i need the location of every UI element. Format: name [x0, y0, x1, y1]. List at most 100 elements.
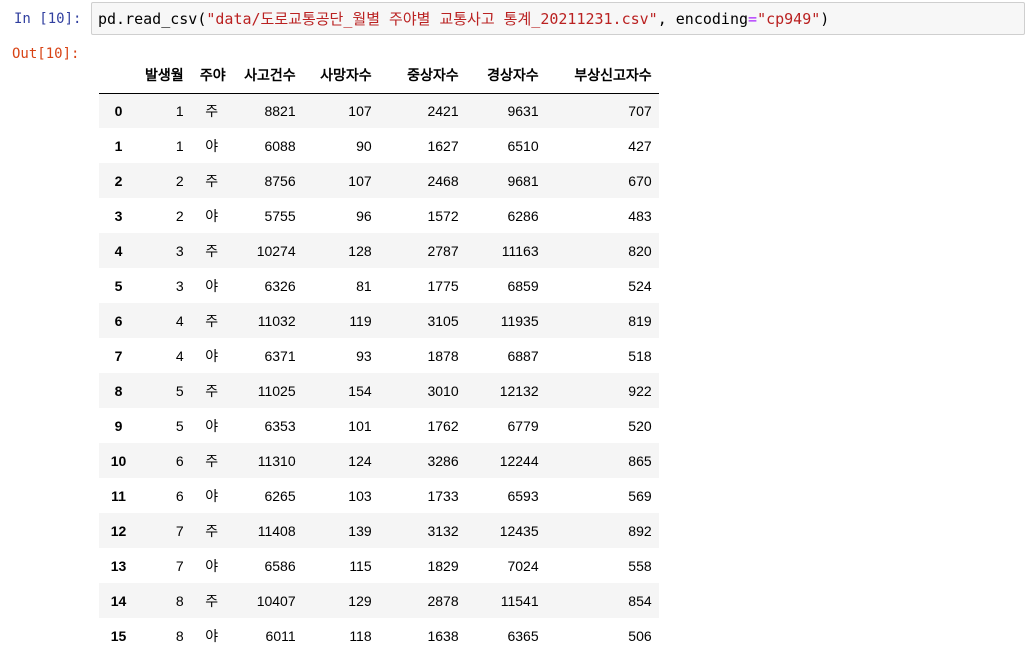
cell-serious-injuries: 1572 [427, 207, 459, 224]
table-row: 1 1 야 6088 90 1627 6510 427 [99, 128, 659, 163]
cell-accidents: 6586 [264, 557, 296, 574]
cell-day-night: 야 [205, 208, 219, 225]
table-header-row: 발생월 주야 사고건수 사망자수 중상자수 경상자수 부상신고자수 [99, 58, 659, 94]
cell-serious-injuries: 1762 [427, 417, 459, 434]
table-row: 9 5 야 6353 101 1762 6779 520 [99, 408, 659, 443]
cell-month: 6 [175, 452, 184, 469]
cell-reported-injuries: 506 [628, 627, 652, 644]
row-index: 12 [110, 522, 127, 539]
row-index: 3 [114, 207, 123, 224]
cell-deaths: 103 [348, 487, 372, 504]
cell-deaths: 124 [348, 452, 372, 469]
cell-day-night: 주 [205, 243, 219, 260]
cell-day-night: 주 [205, 593, 219, 610]
cell-day-night: 야 [205, 348, 219, 365]
cell-reported-injuries: 520 [628, 417, 652, 434]
cell-reported-injuries: 922 [628, 382, 652, 399]
cell-reported-injuries: 854 [628, 592, 652, 609]
cell-day-night: 주 [205, 523, 219, 540]
column-header-month: 발생월 [138, 58, 191, 94]
cell-reported-injuries: 819 [628, 312, 652, 329]
cell-month: 3 [175, 242, 184, 259]
table-row: 2 2 주 8756 107 2468 9681 670 [99, 163, 659, 198]
cell-serious-injuries: 1733 [427, 487, 459, 504]
cell-day-night: 주 [205, 103, 219, 120]
cell-month: 4 [175, 347, 184, 364]
cell-minor-injuries: 6510 [507, 137, 539, 154]
row-index: 8 [114, 382, 123, 399]
row-index: 1 [114, 137, 123, 154]
column-header-day-night: 주야 [190, 58, 233, 94]
code-call-suffix: ) [820, 10, 830, 28]
cell-serious-injuries: 2468 [427, 172, 459, 189]
cell-month: 6 [175, 487, 184, 504]
cell-month: 4 [175, 312, 184, 329]
cell-deaths: 129 [348, 592, 372, 609]
cell-deaths: 96 [356, 207, 372, 224]
cell-day-night: 주 [205, 383, 219, 400]
cell-minor-injuries: 6365 [507, 627, 539, 644]
row-index: 13 [110, 557, 127, 574]
cell-serious-injuries: 3286 [427, 452, 459, 469]
cell-month: 5 [175, 382, 184, 399]
cell-accidents: 10274 [256, 242, 296, 259]
cell-day-night: 야 [205, 278, 219, 295]
row-index: 11 [111, 487, 126, 504]
table-row: 7 4 야 6371 93 1878 6887 518 [99, 338, 659, 373]
table-row: 10 6 주 11310 124 3286 12244 865 [99, 443, 659, 478]
cell-accidents: 11025 [257, 382, 296, 399]
cell-month: 5 [175, 417, 184, 434]
cell-deaths: 115 [349, 557, 372, 574]
cell-day-night: 야 [205, 418, 219, 435]
cell-deaths: 154 [348, 382, 372, 399]
cell-day-night: 야 [205, 488, 219, 505]
cell-accidents: 6265 [264, 487, 296, 504]
column-header-serious-injuries: 중상자수 [378, 58, 466, 94]
cell-minor-injuries: 9631 [507, 102, 539, 119]
row-index: 15 [110, 627, 127, 644]
cell-minor-injuries: 11935 [500, 312, 539, 329]
cell-minor-injuries: 7024 [507, 557, 539, 574]
cell-deaths: 119 [349, 312, 372, 329]
row-index: 4 [114, 242, 123, 259]
column-header-deaths: 사망자수 [302, 58, 379, 94]
cell-month: 7 [175, 522, 184, 539]
cell-deaths: 81 [356, 277, 372, 294]
cell-reported-injuries: 483 [628, 207, 652, 224]
table-row: 11 6 야 6265 103 1733 6593 569 [99, 478, 659, 513]
cell-minor-injuries: 11541 [500, 592, 539, 609]
cell-month: 8 [175, 627, 184, 644]
cell-month: 2 [175, 207, 184, 224]
cell-reported-injuries: 892 [628, 522, 652, 539]
row-index: 5 [114, 277, 123, 294]
code-call-prefix: pd.read_csv( [98, 10, 207, 28]
cell-deaths: 128 [348, 242, 372, 259]
cell-day-night: 야 [205, 558, 219, 575]
table-row: 4 3 주 10274 128 2787 11163 820 [99, 233, 659, 268]
cell-accidents: 6088 [264, 137, 296, 154]
cell-accidents: 11408 [257, 522, 296, 539]
cell-deaths: 93 [356, 347, 372, 364]
cell-serious-injuries: 1638 [427, 627, 459, 644]
table-row: 5 3 야 6326 81 1775 6859 524 [99, 268, 659, 303]
cell-month: 3 [175, 277, 184, 294]
cell-deaths: 90 [356, 137, 372, 154]
cell-serious-injuries: 1878 [427, 347, 459, 364]
code-file-path-string: "data/도로교통공단_월별 주야별 교통사고 통계_20211231.csv… [206, 10, 658, 28]
table-row: 6 4 주 11032 119 3105 11935 819 [99, 303, 659, 338]
cell-serious-injuries: 2787 [427, 242, 459, 259]
table-row: 13 7 야 6586 115 1829 7024 558 [99, 548, 659, 583]
column-header-accidents: 사고건수 [232, 58, 303, 94]
cell-serious-injuries: 1829 [427, 557, 459, 574]
cell-minor-injuries: 12244 [499, 452, 539, 469]
table-row: 0 1 주 8821 107 2421 9631 707 [99, 93, 659, 128]
column-header-minor-injuries: 경상자수 [465, 58, 546, 94]
cell-deaths: 139 [348, 522, 372, 539]
cell-reported-injuries: 707 [628, 102, 652, 119]
cell-reported-injuries: 569 [628, 487, 652, 504]
row-index: 9 [114, 417, 123, 434]
code-input-cell[interactable]: pd.read_csv("data/도로교통공단_월별 주야별 교통사고 통계_… [91, 2, 1025, 35]
cell-deaths: 101 [348, 417, 372, 434]
cell-reported-injuries: 670 [628, 172, 652, 189]
column-header-reported-injuries: 부상신고자수 [545, 58, 659, 94]
